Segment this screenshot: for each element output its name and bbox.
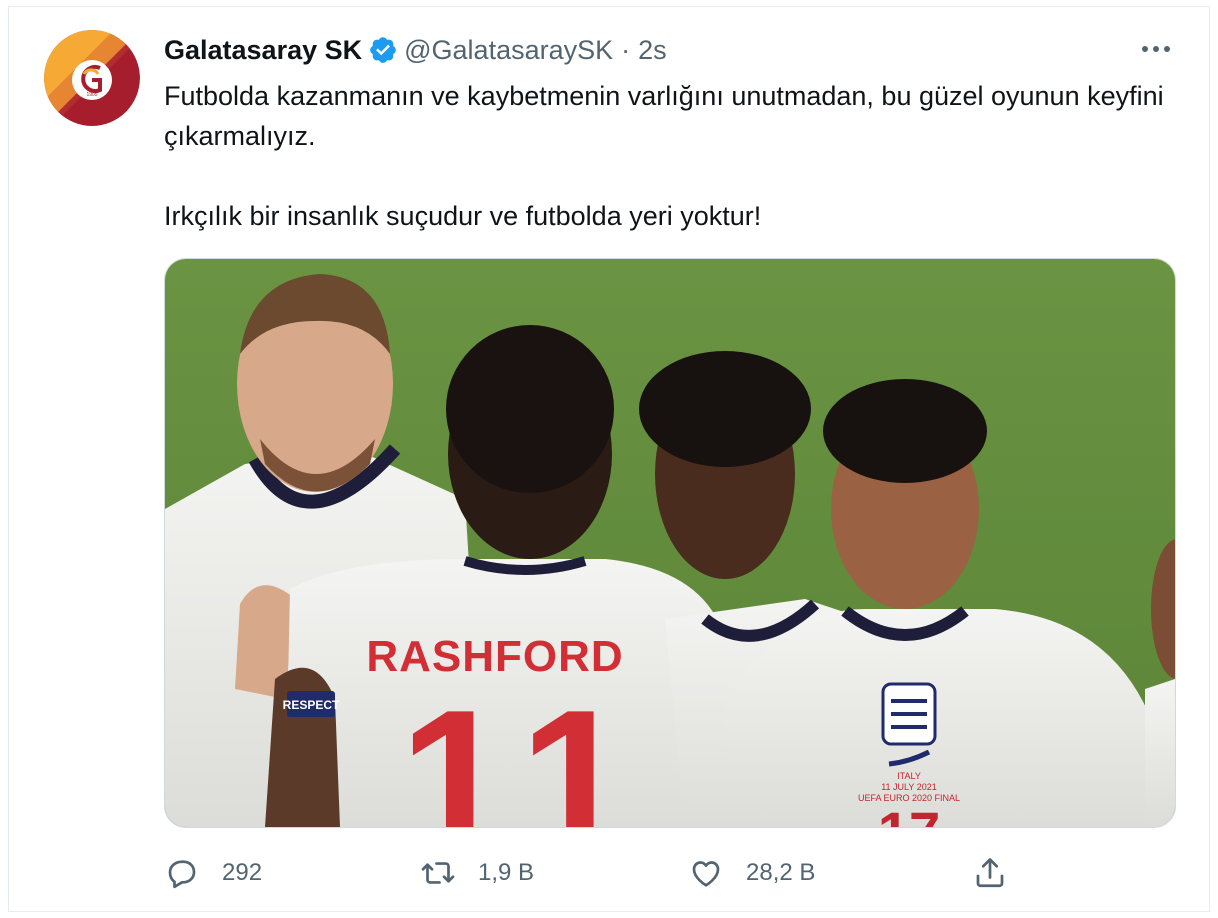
reply-button[interactable]: 292 bbox=[164, 850, 262, 896]
share-button[interactable] bbox=[972, 850, 1008, 896]
more-options-button[interactable] bbox=[1136, 32, 1176, 66]
share-icon bbox=[972, 855, 1008, 891]
respect-badge-text: RESPECT bbox=[283, 698, 340, 712]
second-jersey-number: 17 bbox=[878, 800, 940, 827]
galatasaray-logo: 1905 bbox=[44, 30, 140, 126]
author-handle[interactable]: @GalatasaraySK bbox=[404, 30, 613, 70]
tweet-header: Galatasaray SK @GalatasaraySK · 2s bbox=[164, 30, 667, 70]
retweet-icon bbox=[420, 855, 456, 891]
heart-icon bbox=[688, 855, 724, 891]
author-avatar[interactable]: 1905 bbox=[44, 30, 140, 126]
shirt-caption-line: ITALY bbox=[897, 771, 921, 781]
tweet-actions: 292 1,9 B 28,2 B bbox=[164, 850, 1176, 896]
tweet-paragraph: Futbolda kazanmanın ve kaybetmenin varlı… bbox=[164, 81, 1164, 151]
tweet-timestamp[interactable]: 2s bbox=[638, 30, 667, 70]
author-display-name[interactable]: Galatasaray SK bbox=[164, 30, 362, 70]
retweet-count: 1,9 B bbox=[478, 859, 535, 886]
like-button[interactable]: 28,2 B bbox=[688, 850, 815, 896]
tweet-text: Futbolda kazanmanın ve kaybetmenin varlı… bbox=[164, 76, 1164, 236]
more-dots-icon bbox=[1142, 46, 1170, 52]
reply-bubble-icon bbox=[164, 855, 200, 891]
header-separator: · bbox=[621, 35, 631, 65]
shirt-caption-line: 11 JULY 2021 bbox=[881, 782, 937, 792]
like-count: 28,2 B bbox=[746, 859, 816, 886]
retweet-button[interactable]: 1,9 B bbox=[420, 850, 534, 896]
avatar-year: 1905 bbox=[86, 92, 97, 98]
tweet-media-photo[interactable]: RESPECT RASHFORD 11 ITALY 11 JULY 2021 U… bbox=[164, 258, 1176, 828]
tweet-paragraph: Irkçılık bir insanlık suçudur ve futbold… bbox=[164, 201, 762, 231]
verified-badge-icon bbox=[368, 35, 398, 65]
jersey-number: 11 bbox=[399, 669, 650, 827]
reply-count: 292 bbox=[222, 859, 263, 886]
